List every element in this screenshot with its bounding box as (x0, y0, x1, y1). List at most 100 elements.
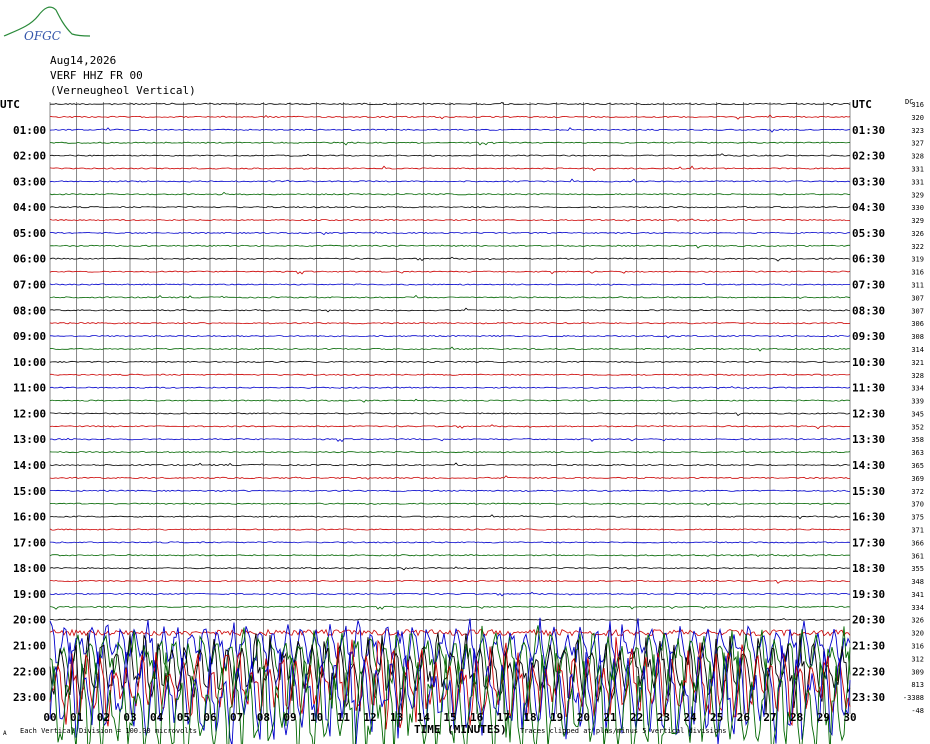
right-hour-label: 04:30 (852, 201, 885, 214)
dc-offset-label: 306 (911, 320, 924, 328)
dc-offset-label: 345 (911, 410, 924, 418)
dc-offset-label: 363 (911, 449, 924, 457)
dc-offset-label: 311 (911, 282, 924, 290)
left-hour-label: 08:00 (13, 304, 46, 317)
right-hour-label: 01:30 (852, 124, 885, 137)
left-hour-label: UTC (0, 98, 20, 111)
dc-offset-label: 320 (911, 114, 924, 122)
right-hour-label: 22:30 (852, 665, 885, 678)
dc-offset-label: 309 (911, 668, 924, 676)
x-tick-label: 12 (363, 711, 376, 724)
x-tick-label: 23 (657, 711, 670, 724)
right-hour-label: UTC (852, 98, 872, 111)
right-hour-label: 07:30 (852, 279, 885, 292)
dc-offset-label: 334 (911, 385, 924, 393)
left-hour-label: 03:00 (13, 175, 46, 188)
right-hour-label: 12:30 (852, 407, 885, 420)
dc-offset-label: 307 (911, 294, 924, 302)
plot-date: Aug14,2026 (50, 54, 117, 67)
x-tick-label: 22 (630, 711, 643, 724)
x-tick-label: 02 (97, 711, 110, 724)
right-hour-label: 23:30 (852, 691, 885, 704)
dc-offset-label: 331 (911, 178, 924, 186)
right-hour-label: 05:30 (852, 227, 885, 240)
x-axis-title: TIME (MINUTES) (414, 723, 507, 736)
right-hour-label: 17:30 (852, 536, 885, 549)
dc-offset-label: 314 (911, 346, 924, 354)
x-tick-label: 06 (203, 711, 217, 724)
dc-offset-label: 813 (911, 681, 924, 689)
dc-offset-label: 369 (911, 475, 924, 483)
dc-offset-label: 328 (911, 372, 924, 380)
dc-offset-label: -3388 (903, 694, 924, 702)
dc-offset-label: 308 (911, 333, 924, 341)
left-hour-label: 04:00 (13, 201, 46, 214)
right-hour-label: 08:30 (852, 304, 885, 317)
right-hour-label: 10:30 (852, 356, 885, 369)
left-hour-label: 21:00 (13, 640, 46, 653)
right-hour-label: 11:30 (852, 382, 885, 395)
left-hour-label: 12:00 (13, 407, 46, 420)
dc-offset-label: 327 (911, 140, 924, 148)
helicorder-chart: OFGC UTC 01:00 02:00 03:00 04:00 05:00 06:00 07… (0, 6, 924, 744)
dc-offset-label: 341 (911, 591, 924, 599)
right-hour-label: 18:30 (852, 562, 885, 575)
x-tick-label: 09 (283, 711, 296, 724)
right-hour-label: 02:30 (852, 150, 885, 163)
left-hour-label: 23:00 (13, 691, 46, 704)
x-tick-label: 08 (257, 711, 270, 724)
left-hour-label: 07:00 (13, 279, 46, 292)
x-tick-label: 00 (43, 711, 56, 724)
right-hour-label: 20:30 (852, 614, 885, 627)
x-tick-label: 21 (603, 711, 617, 724)
left-hour-label: 01:00 (13, 124, 46, 137)
dc-offset-label: 366 (911, 539, 924, 547)
right-hour-label: 06:30 (852, 253, 885, 266)
dc-offset-label: 322 (911, 243, 924, 251)
x-tick-label: 13 (390, 711, 403, 724)
x-tick-label: 05 (177, 711, 190, 724)
left-hour-label: 02:00 (13, 150, 46, 163)
dc-offset-label: 326 (911, 230, 924, 238)
dc-offset-label: 352 (911, 423, 924, 431)
x-tick-label: 30 (843, 711, 856, 724)
dc-offset-label: 316 (911, 269, 924, 277)
dc-offset-label: 365 (911, 462, 924, 470)
dc-offset-label: 323 (911, 127, 924, 135)
footer-scale-note: Each Vertical Division = 100.00 microvol… (20, 727, 197, 735)
dc-offset-label: 316 (911, 643, 924, 651)
left-hour-label: 05:00 (13, 227, 46, 240)
right-hour-label: 13:30 (852, 433, 885, 446)
x-tick-label: 25 (710, 711, 723, 724)
dc-offset-label: 371 (911, 526, 924, 534)
right-hour-label: 15:30 (852, 485, 885, 498)
corner-mark: A (3, 730, 7, 737)
x-tick-label: 20 (577, 711, 590, 724)
right-hour-label: 09:30 (852, 330, 885, 343)
left-hour-label: 13:00 (13, 433, 46, 446)
dc-offset-label: 321 (911, 359, 924, 367)
left-hour-label: 14:00 (13, 459, 46, 472)
ofgc-logo: OFGC (3, 6, 91, 43)
x-tick-label: 01 (70, 711, 84, 724)
dc-offset-label: 312 (911, 655, 924, 663)
left-hour-label: 16:00 (13, 511, 46, 524)
dc-offset-label: 326 (911, 617, 924, 625)
dc-offset-label: 348 (911, 578, 924, 586)
dc-offset-label: 375 (911, 514, 924, 522)
dc-offset-label: 361 (911, 552, 924, 560)
x-tick-label: 07 (230, 711, 243, 724)
x-tick-label: 27 (763, 711, 776, 724)
station-code: VERF HHZ FR 00 (50, 69, 143, 82)
left-hour-label: 19:00 (13, 588, 46, 601)
dc-offset-label: 320 (911, 630, 924, 638)
x-tick-label: 03 (123, 711, 136, 724)
x-tick-label: 11 (337, 711, 351, 724)
dc-offset-label: 329 (911, 191, 924, 199)
right-hour-label: 03:30 (852, 175, 885, 188)
dc-offset-label: 328 (911, 153, 924, 161)
dc-offset-label: 370 (911, 501, 924, 509)
left-hour-label: 10:00 (13, 356, 46, 369)
dc-offset-label: 316 (911, 101, 924, 109)
dc-offset-label: 358 (911, 436, 924, 444)
